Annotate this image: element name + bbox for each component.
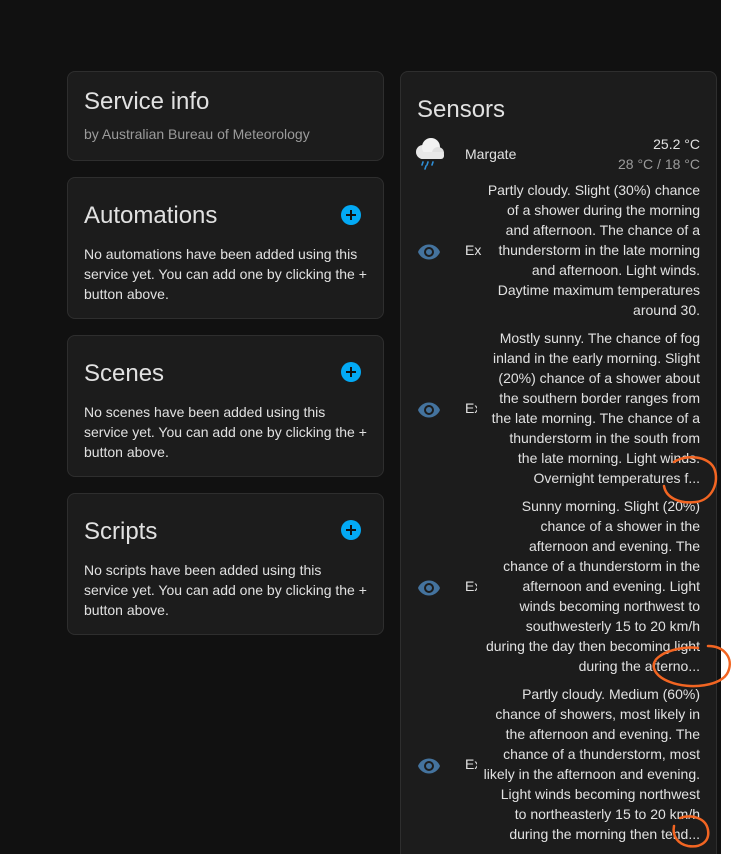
forecast-line: the late morning. Light winds. (517, 450, 700, 466)
scripts-card: Scripts No scripts have been added using… (67, 493, 384, 635)
sensor-forecast: Sunny morning. Slight (20%) chance of a … (486, 496, 700, 676)
forecast-line: Sunny morning. Slight (20%) (521, 498, 700, 514)
sensor-forecast: Mostly sunny. The chance of fog inland i… (492, 328, 700, 488)
forecast-line: the southern border ranges from (499, 390, 700, 406)
forecast-line: Overnight temperatures f... (533, 470, 700, 486)
service-info-card: Service info by Australian Bureau of Met… (67, 71, 384, 161)
sensor-forecast: Partly cloudy. Medium (60%) chance of sh… (484, 684, 700, 844)
sensors-title: Sensors (417, 96, 506, 123)
scripts-empty-text: No scripts have been added using this se… (84, 562, 367, 618)
weather-temperature: 25.2 °C (653, 136, 700, 152)
plus-icon (346, 525, 356, 535)
cloud-rain-icon (416, 138, 444, 170)
forecast-line: winds becoming northwest to (519, 598, 700, 614)
eye-icon (418, 580, 440, 596)
service-info-title: Service info (84, 88, 210, 115)
forecast-line: Daytime maximum temperatures (497, 282, 700, 298)
forecast-line: the afternoon and evening. The (505, 726, 700, 742)
forecast-line: during the afterno... (578, 658, 700, 674)
eye-icon (418, 402, 440, 418)
eye-icon (418, 244, 440, 260)
eye-icon (418, 758, 440, 774)
sensor-name: Ex (465, 756, 477, 772)
forecast-line: thunderstorm in the late morning (498, 242, 700, 258)
automations-title: Automations (84, 202, 218, 229)
sensor-item[interactable]: Ex Partly cloudy. Medium (60%) chance of… (401, 684, 716, 854)
app-window: Service info by Australian Bureau of Met… (0, 0, 721, 854)
scenes-card: Scenes No scenes have been added using t… (67, 335, 384, 477)
service-info-subtitle: by Australian Bureau of Meteorology (84, 126, 310, 142)
sensor-item[interactable]: Ex Partly cloudy. Slight (30%) chance of… (401, 180, 716, 322)
forecast-line: Light winds becoming northwest (500, 786, 700, 802)
weather-high-low: 28 °C / 18 °C (617, 156, 700, 172)
forecast-line: of a shower during the morning (507, 202, 700, 218)
forecast-line: likely in the afternoon and evening. (483, 766, 700, 782)
scenes-empty-text: No scenes have been added using this ser… (84, 404, 367, 460)
forecast-line: around 30. (633, 302, 700, 318)
scenes-title: Scenes (84, 360, 165, 387)
forecast-line: Partly cloudy. Slight (30%) chance (487, 182, 700, 198)
automations-empty-text: No automations have been added using thi… (84, 246, 367, 302)
forecast-line: afternoon and evening. The (529, 538, 700, 554)
automations-card: Automations No automations have been add… (67, 177, 384, 319)
forecast-line: chance of a thunderstorm, most (503, 746, 700, 762)
forecast-line: thunderstorm in the south from (509, 430, 700, 446)
plus-icon (346, 210, 356, 220)
forecast-line: and afternoon. Light winds. (531, 262, 700, 278)
sensor-forecast: Partly cloudy. Slight (30%) chance of a … (488, 180, 700, 320)
forecast-line: chance of a thunderstorm in the (503, 558, 700, 574)
forecast-line: during the morning then tend... (509, 826, 700, 842)
forecast-line: inland in the early morning. Slight (492, 350, 700, 366)
sensor-name: Ex (465, 400, 477, 416)
add-automation-button[interactable] (341, 205, 361, 225)
forecast-line: to northeasterly 15 to 20 km/h (514, 806, 700, 822)
scripts-title: Scripts (84, 518, 158, 545)
sensor-name: Ex (465, 242, 482, 258)
weather-row[interactable]: Margate 25.2 °C 28 °C / 18 °C (401, 134, 716, 178)
sensor-name: Ex (465, 578, 477, 594)
forecast-line: Mostly sunny. The chance of fog (499, 330, 700, 346)
weather-location: Margate (465, 146, 517, 162)
sensor-item[interactable]: Ex Sunny morning. Slight (20%) chance of… (401, 496, 716, 678)
add-script-button[interactable] (341, 520, 361, 540)
forecast-line: the late morning. The chance of a (491, 410, 700, 426)
sensors-card: Sensors Margate 25.2 °C 28 °C / 18 °C Ex… (400, 71, 717, 854)
add-scene-button[interactable] (341, 362, 361, 382)
forecast-line: during the day then becoming light (485, 638, 700, 654)
forecast-line: (20%) chance of a shower about (498, 370, 700, 386)
plus-icon (346, 367, 356, 377)
forecast-line: southwesterly 15 to 20 km/h (525, 618, 700, 634)
forecast-line: chance of a shower in the (540, 518, 700, 534)
forecast-line: and afternoon. The chance of a (505, 222, 700, 238)
forecast-line: Partly cloudy. Medium (60%) (522, 686, 700, 702)
sensor-item[interactable]: Ex Mostly sunny. The chance of fog inlan… (401, 328, 716, 490)
forecast-line: chance of showers, most likely in (495, 706, 700, 722)
forecast-line: afternoon and evening. Light (522, 578, 700, 594)
